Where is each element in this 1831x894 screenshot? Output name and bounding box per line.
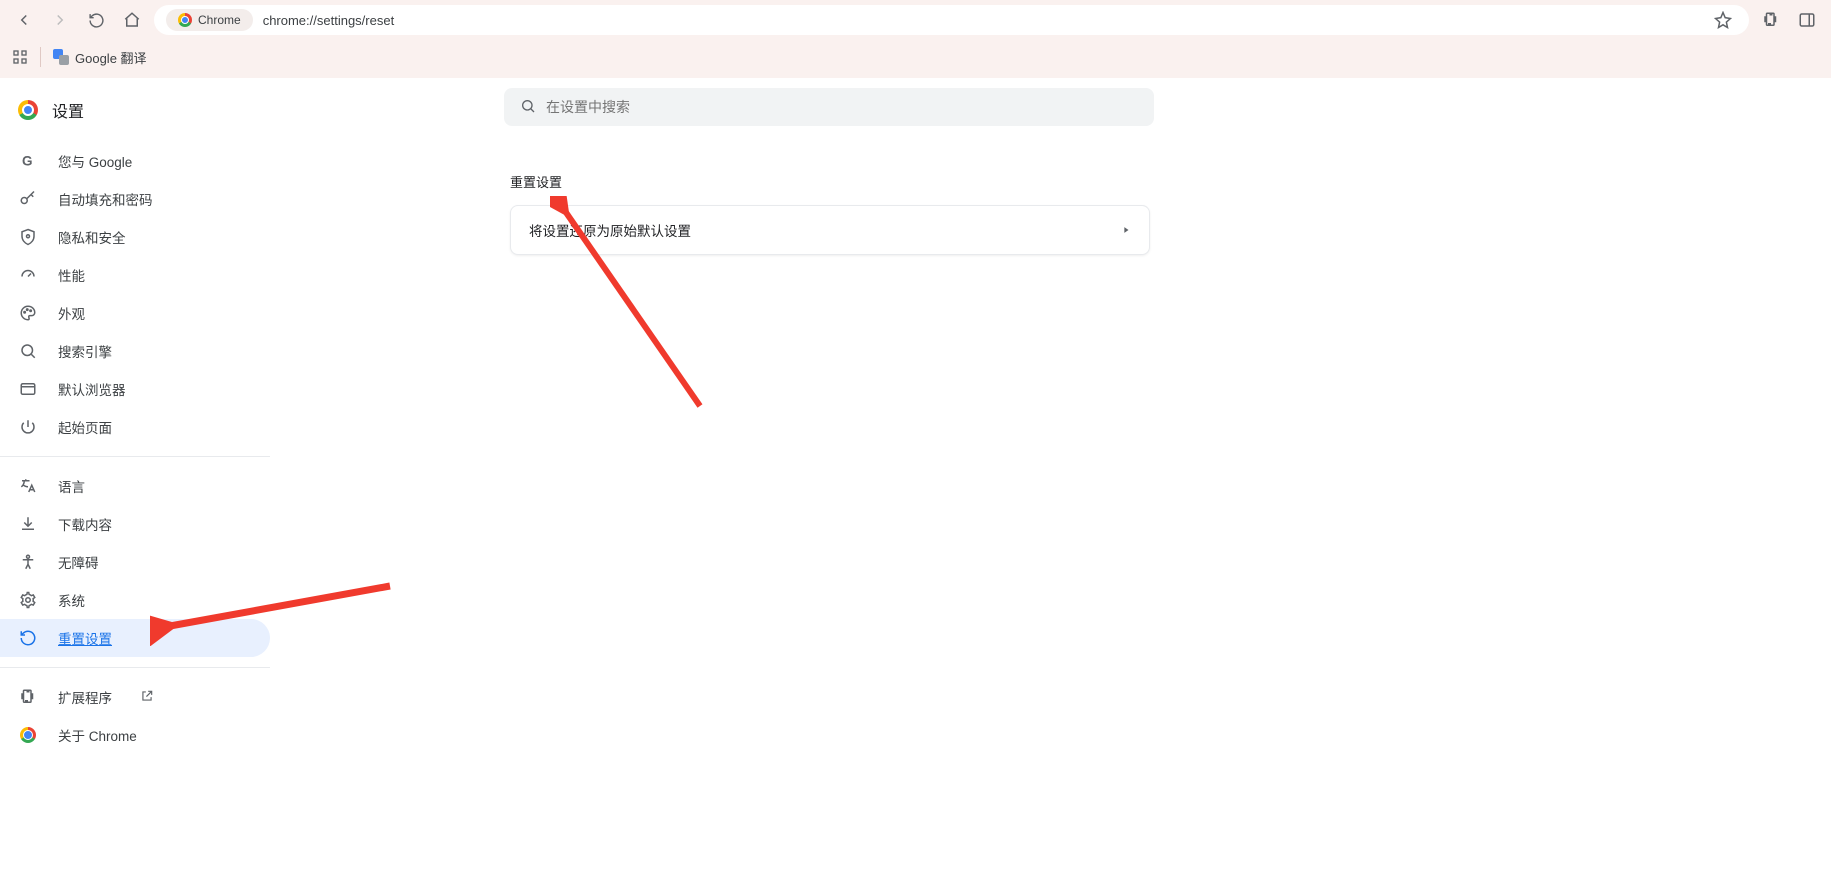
omnibox-url: chrome://settings/reset	[263, 13, 395, 28]
sidebar-item-label: 性能	[58, 265, 85, 285]
sidebar-item-label: 无障碍	[58, 552, 99, 572]
open-external-icon	[140, 689, 154, 706]
chrome-logo-icon	[178, 13, 192, 27]
site-chip-label: Chrome	[198, 13, 241, 27]
sidebar-item-appearance[interactable]: 外观	[0, 294, 270, 332]
sidebar-header: 设置	[0, 94, 270, 140]
sidebar-item-you-and-google[interactable]: G 您与 Google	[0, 142, 270, 180]
sidebar-item-label: 隐私和安全	[58, 227, 126, 247]
sidebar-item-label: 重置设置	[58, 628, 112, 648]
sidebar-item-label: 您与 Google	[58, 151, 132, 171]
sidebar-item-label: 语言	[58, 476, 85, 496]
settings-search-input[interactable]	[546, 99, 1138, 115]
bookmarks-bar: Google 翻译	[0, 40, 1831, 78]
apps-grid-icon[interactable]	[12, 49, 28, 65]
side-panel-button[interactable]	[1793, 6, 1821, 34]
sidebar-item-performance[interactable]: 性能	[0, 256, 270, 294]
section-title-reset: 重置设置	[510, 172, 1807, 191]
sidebar-item-label: 系统	[58, 590, 85, 610]
sidebar-item-privacy-security[interactable]: 隐私和安全	[0, 218, 270, 256]
bookmark-google-translate[interactable]: Google 翻译	[53, 48, 147, 67]
sidebar-item-label: 扩展程序	[58, 687, 112, 707]
chrome-icon	[18, 727, 38, 743]
translate-icon	[53, 49, 69, 65]
settings-search-row	[294, 88, 1807, 126]
settings-main: 重置设置 将设置还原为原始默认设置	[270, 78, 1831, 756]
key-icon	[18, 190, 38, 208]
home-button[interactable]	[118, 6, 146, 34]
window-icon	[18, 380, 38, 398]
sidebar-divider	[0, 456, 270, 457]
toolbar: Chrome chrome://settings/reset	[0, 0, 1831, 40]
sidebar-item-label: 关于 Chrome	[58, 725, 137, 745]
restore-defaults-row[interactable]: 将设置还原为原始默认设置	[511, 206, 1149, 254]
power-icon	[18, 418, 38, 436]
palette-icon	[18, 304, 38, 322]
site-chip[interactable]: Chrome	[166, 9, 253, 31]
sidebar-item-extensions[interactable]: 扩展程序	[0, 678, 270, 716]
search-icon	[18, 342, 38, 360]
sidebar-item-default-browser[interactable]: 默认浏览器	[0, 370, 270, 408]
sidebar-item-system[interactable]: 系统	[0, 581, 270, 619]
sidebar-item-downloads[interactable]: 下载内容	[0, 505, 270, 543]
ext-icon	[18, 688, 38, 706]
browser-chrome: Chrome chrome://settings/reset Google 翻译	[0, 0, 1831, 78]
shield-icon	[18, 228, 38, 246]
reset-icon	[18, 629, 38, 647]
speed-icon	[18, 266, 38, 284]
gear-icon	[18, 591, 38, 609]
svg-text:G: G	[22, 154, 33, 169]
sidebar-divider	[0, 667, 270, 668]
sidebar-item-about-chrome[interactable]: 关于 Chrome	[0, 716, 270, 754]
chevron-right-icon	[1121, 223, 1131, 238]
sidebar-item-accessibility[interactable]: 无障碍	[0, 543, 270, 581]
bookmarks-separator	[40, 47, 41, 67]
sidebar-item-on-startup[interactable]: 起始页面	[0, 408, 270, 446]
forward-button[interactable]	[46, 6, 74, 34]
reload-button[interactable]	[82, 6, 110, 34]
sidebar-item-search-engine[interactable]: 搜索引擎	[0, 332, 270, 370]
sidebar-item-label: 搜索引擎	[58, 341, 112, 361]
sidebar-item-label: 起始页面	[58, 417, 112, 437]
settings-search-box[interactable]	[504, 88, 1154, 126]
sidebar-item-label: 下载内容	[58, 514, 112, 534]
lang-icon	[18, 477, 38, 495]
reset-card: 将设置还原为原始默认设置	[510, 205, 1150, 255]
sidebar-item-label: 外观	[58, 303, 85, 323]
sidebar-item-autofill-passwords[interactable]: 自动填充和密码	[0, 180, 270, 218]
settings-page: 设置 G 您与 Google 自动填充和密码隐私和安全性能外观搜索引擎默认浏览器起始…	[0, 78, 1831, 756]
bookmark-label: Google 翻译	[75, 48, 147, 67]
search-icon	[520, 98, 536, 117]
sidebar-item-label: 默认浏览器	[58, 379, 126, 399]
a11y-icon	[18, 553, 38, 571]
g-icon: G	[18, 152, 38, 170]
bookmark-star-icon[interactable]	[1709, 6, 1737, 34]
extensions-button[interactable]	[1757, 6, 1785, 34]
chrome-logo-icon	[18, 100, 38, 120]
sidebar-item-reset[interactable]: 重置设置	[0, 619, 270, 657]
sidebar-item-label: 自动填充和密码	[58, 189, 153, 209]
settings-sidebar: 设置 G 您与 Google 自动填充和密码隐私和安全性能外观搜索引擎默认浏览器起始…	[0, 78, 270, 756]
omnibox[interactable]: Chrome chrome://settings/reset	[154, 5, 1749, 35]
settings-title: 设置	[52, 98, 84, 122]
restore-defaults-label: 将设置还原为原始默认设置	[529, 220, 691, 240]
back-button[interactable]	[10, 6, 38, 34]
download-icon	[18, 515, 38, 533]
sidebar-item-languages[interactable]: 语言	[0, 467, 270, 505]
